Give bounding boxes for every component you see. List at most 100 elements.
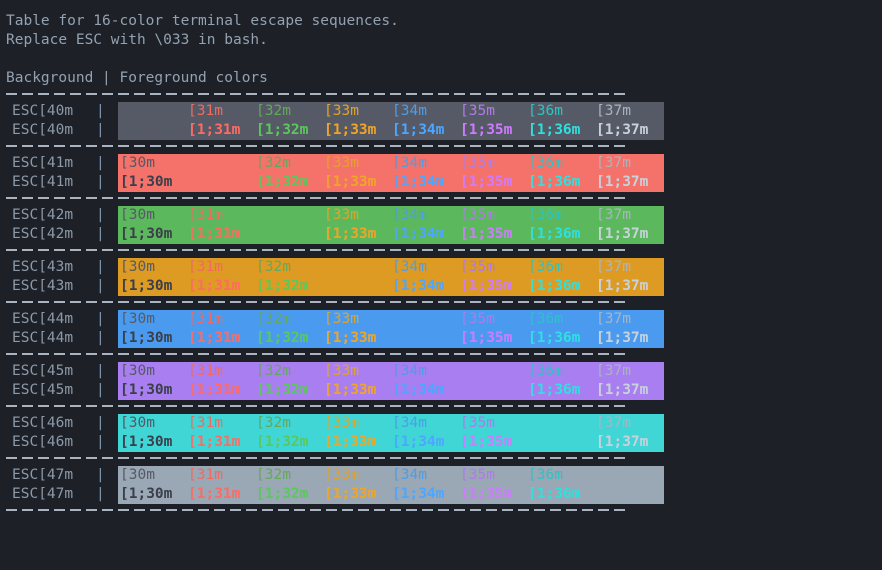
fg-code-cell: [37m: [596, 311, 631, 327]
column-separator: |: [96, 207, 105, 223]
fg-code-cell: [1;36m: [528, 174, 581, 190]
fg-code-cell: [1;35m: [460, 226, 513, 242]
color-block-41: ESC[41m | [30m [31m [32m [33m [34m [35m [36m [37m…: [6, 154, 664, 192]
background-swatch-white: [1;30m [1;31m [1;32m [1;33m [1;34m [1;35m [1;3…: [118, 485, 664, 504]
fg-code-cell: [1;36m: [528, 278, 581, 294]
fg-code-cell: [37m: [596, 259, 631, 275]
fg-code-cell: [35m: [460, 207, 495, 223]
background-swatch-black: [1;30m [1;31m [1;32m [1;33m [1;34m [1;35m [1;3…: [118, 121, 664, 140]
fg-code-cell: [1;33m: [324, 122, 377, 138]
intro-line-2: Replace ESC with \033 in bash.: [6, 32, 268, 48]
table-row: ESC[47m | [1;30m [1;31m [1;32m [1;33m [1;34m [1…: [6, 485, 664, 504]
fg-code-cell: [34m: [392, 155, 427, 171]
background-swatch-blue: [1;30m [1;31m [1;32m [1;33m [1;34m [1;35m [1;3…: [118, 329, 664, 348]
table-row: ESC[40m | [30m [31m [32m [33m [34m [35m [36m [37m: [6, 102, 664, 121]
fg-code-cell: [34m: [392, 103, 427, 119]
bg-code-label: ESC[41m: [12, 155, 74, 171]
fg-code-cell: [1;34m: [392, 486, 445, 502]
fg-code-cell: [1;32m: [256, 122, 309, 138]
table-row: ESC[41m | [1;30m [1;31m [1;32m [1;33m [1;34m [1…: [6, 173, 664, 192]
bg-code-label: ESC[42m: [12, 207, 74, 223]
table-row: ESC[44m | [1;30m [1;31m [1;32m [1;33m [1;34m [1…: [6, 329, 664, 348]
fg-code-cell: [1;30m: [120, 226, 173, 242]
separator-rule: [6, 299, 626, 307]
fg-code-cell: [32m: [256, 467, 291, 483]
fg-code-cell: [1;31m: [188, 278, 241, 294]
fg-code-cell: [34m: [392, 363, 427, 379]
column-separator: |: [96, 155, 105, 171]
separator-rule: [6, 195, 626, 203]
column-separator: |: [96, 122, 105, 138]
background-swatch-yellow: [30m [31m [32m [33m [34m [35m [36m [37m: [118, 258, 664, 277]
fg-code-cell: [31m: [188, 207, 223, 223]
fg-code-cell: [34m: [392, 467, 427, 483]
fg-code-cell: [37m: [596, 415, 631, 431]
fg-code-cell: [1;33m: [324, 174, 377, 190]
background-swatch-cyan: [30m [31m [32m [33m [34m [35m [36m [37m: [118, 414, 664, 433]
fg-code-cell: [1;32m: [256, 330, 309, 346]
fg-code-cell: [34m: [392, 311, 427, 327]
separator-rule: [6, 143, 626, 151]
separator-rule: [6, 247, 626, 255]
fg-code-cell: [1;35m: [460, 382, 513, 398]
column-separator: |: [96, 259, 105, 275]
bg-code-label: ESC[45m: [12, 382, 74, 398]
fg-code-cell: [30m: [120, 311, 155, 327]
fg-code-cell: [1;36m: [528, 226, 581, 242]
fg-code-cell: [1;34m: [392, 278, 445, 294]
fg-code-cell: [35m: [460, 363, 495, 379]
fg-code-cell: [37m: [596, 207, 631, 223]
table-row: ESC[44m | [30m [31m [32m [33m [34m [35m [36m [37m: [6, 310, 664, 329]
bg-code-label: ESC[44m: [12, 330, 74, 346]
color-block-42: ESC[42m | [30m [31m [32m [33m [34m [35m [36m [37m…: [6, 206, 664, 244]
color-block-47: ESC[47m | [30m [31m [32m [33m [34m [35m [36m [37m…: [6, 466, 664, 504]
fg-code-cell: [1;30m: [120, 486, 173, 502]
bg-code-label: ESC[43m: [12, 259, 74, 275]
separator-rule: [6, 507, 626, 515]
bg-code-label: ESC[40m: [12, 103, 74, 119]
fg-code-cell: [1;33m: [324, 278, 377, 294]
fg-code-cell: [36m: [528, 311, 563, 327]
bg-code-label: ESC[45m: [12, 363, 74, 379]
fg-code-cell: [34m: [392, 415, 427, 431]
fg-code-cell: [1;37m: [596, 382, 649, 398]
fg-code-cell: [1;35m: [460, 486, 513, 502]
fg-code-cell: [1;33m: [324, 486, 377, 502]
separator-rule: [6, 455, 626, 463]
fg-code-cell: [36m: [528, 259, 563, 275]
fg-code-cell: [31m: [188, 311, 223, 327]
fg-code-cell: [1;30m: [120, 434, 173, 450]
bg-code-label: ESC[46m: [12, 434, 74, 450]
fg-code-cell: [1;30m: [120, 174, 173, 190]
table-row: ESC[42m | [30m [31m [32m [33m [34m [35m [36m [37m: [6, 206, 664, 225]
fg-code-cell: [31m: [188, 415, 223, 431]
table-row: ESC[43m | [30m [31m [32m [33m [34m [35m [36m [37m: [6, 258, 664, 277]
fg-code-cell: [1;32m: [256, 434, 309, 450]
fg-code-cell: [1;36m: [528, 434, 581, 450]
fg-code-cell: [33m: [324, 311, 359, 327]
column-separator: |: [96, 278, 105, 294]
fg-code-cell: [36m: [528, 103, 563, 119]
background-swatch-magenta: [30m [31m [32m [33m [34m [35m [36m [37m: [118, 362, 664, 381]
fg-code-cell: [1;36m: [528, 486, 581, 502]
fg-code-cell: [37m: [596, 363, 631, 379]
fg-code-cell: [1;34m: [392, 434, 445, 450]
bg-code-label: ESC[47m: [12, 467, 74, 483]
fg-code-cell: [36m: [528, 467, 563, 483]
background-swatch-magenta: [1;30m [1;31m [1;32m [1;33m [1;34m [1;35m [1;3…: [118, 381, 664, 400]
fg-code-cell: [1;31m: [188, 226, 241, 242]
fg-code-cell: [32m: [256, 207, 291, 223]
fg-code-cell: [1;37m: [596, 434, 649, 450]
column-separator: |: [96, 486, 105, 502]
fg-code-cell: [32m: [256, 103, 291, 119]
column-separator: |: [96, 434, 105, 450]
fg-code-cell: [1;31m: [188, 486, 241, 502]
bg-code-label: ESC[47m: [12, 486, 74, 502]
color-block-40: ESC[40m | [30m [31m [32m [33m [34m [35m [36m [37m…: [6, 102, 664, 140]
fg-code-cell: [35m: [460, 103, 495, 119]
bg-code-label: ESC[43m: [12, 278, 74, 294]
fg-code-cell: [33m: [324, 415, 359, 431]
table-row: ESC[43m | [1;30m [1;31m [1;32m [1;33m [1;34m [1…: [6, 277, 664, 296]
background-swatch-red: [30m [31m [32m [33m [34m [35m [36m [37m: [118, 154, 664, 173]
fg-code-cell: [37m: [596, 155, 631, 171]
